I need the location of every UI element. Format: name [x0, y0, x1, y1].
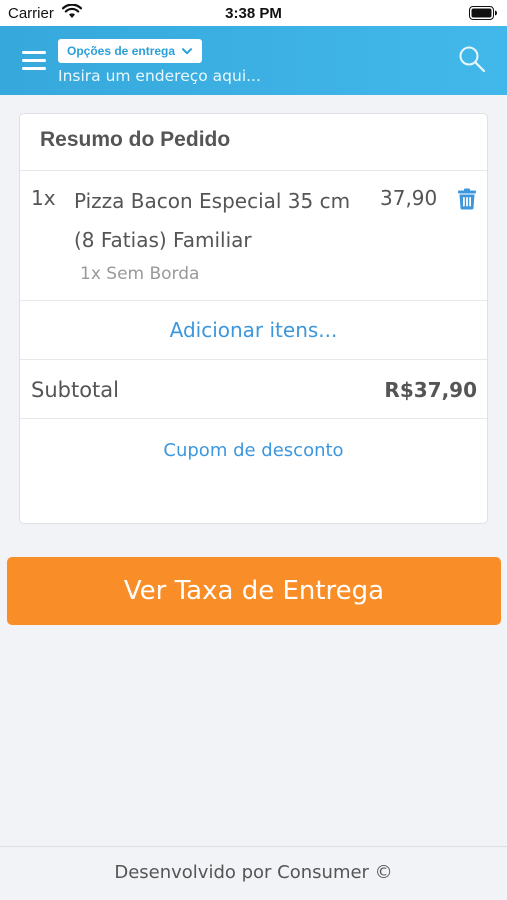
item-quantity: 1x	[31, 186, 56, 210]
delivery-options-dropdown[interactable]: Opções de entrega	[58, 39, 203, 63]
coupon-link[interactable]: Cupom de desconto	[20, 440, 487, 461]
delivery-options-label: Opções de entrega	[67, 44, 176, 58]
search-icon[interactable]	[458, 45, 486, 73]
item-price: 37,90	[380, 186, 438, 210]
item-name: Pizza Bacon Especial 35 cm (8 Fatias) Fa…	[74, 189, 351, 252]
order-summary-card: Resumo do Pedido 1x Pizza Bacon Especial…	[19, 113, 488, 524]
divider	[20, 170, 487, 171]
battery-icon	[469, 6, 498, 24]
status-bar: Carrier 3:38 PM	[0, 0, 507, 26]
order-summary-title: Resumo do Pedido	[40, 128, 231, 151]
add-items-link[interactable]: Adicionar itens...	[20, 318, 487, 342]
footer-credit: Desenvolvido por Consumer ©	[114, 862, 393, 883]
item-option: 1x Sem Borda	[80, 264, 200, 284]
status-time: 3:38 PM	[225, 5, 282, 22]
chevron-down-icon	[182, 39, 193, 63]
subtotal-label: Subtotal	[31, 378, 119, 402]
delivery-fee-button[interactable]: Ver Taxa de Entrega	[7, 557, 501, 625]
footer-divider	[0, 846, 507, 847]
divider	[20, 359, 487, 360]
address-input[interactable]: Insira um endereço aqui...	[58, 65, 438, 87]
subtotal-value: R$37,90	[384, 378, 477, 402]
trash-icon[interactable]	[457, 188, 477, 210]
divider	[20, 300, 487, 301]
app-header: Opções de entrega Insira um endereço aqu…	[0, 26, 507, 95]
divider	[20, 418, 487, 419]
menu-icon[interactable]	[22, 51, 46, 71]
